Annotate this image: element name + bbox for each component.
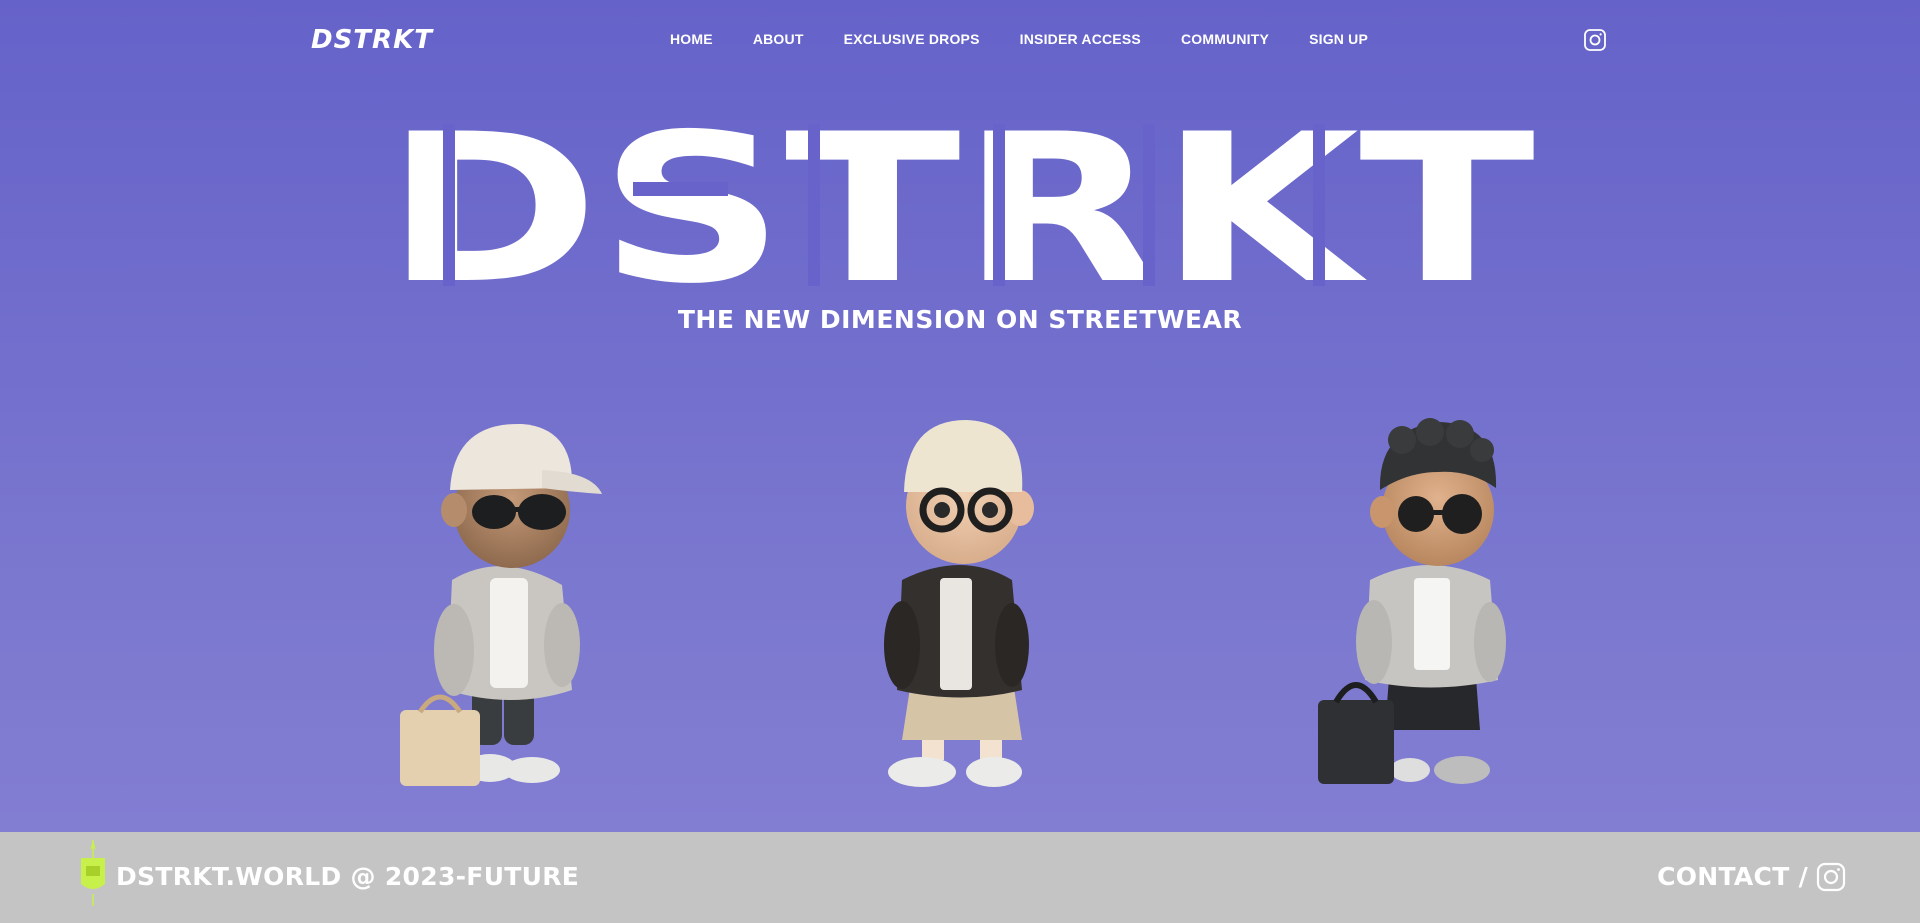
footer-contact-link[interactable]: CONTACT / [1657, 860, 1808, 894]
hero-title: DSTRKT [385, 124, 1535, 286]
figure-curly-hair-bag [1318, 418, 1506, 784]
nav-link-about[interactable]: ABOUT [753, 30, 804, 48]
footer-copyright: DSTRKT.WORLD @ 2023-FUTURE [116, 862, 580, 891]
top-navigation: DSTRKT HOME ABOUT EXCLUSIVE DROPS INSIDE… [0, 0, 1920, 80]
nav-link-community[interactable]: COMMUNITY [1181, 30, 1269, 48]
hero-tagline: THE NEW DIMENSION ON STREETWEAR [677, 305, 1243, 334]
hero-title-wordmark: DSTRKT [385, 124, 1535, 286]
footer: DSTRKT.WORLD @ 2023-FUTURE CONTACT / [0, 832, 1920, 923]
nav-link-exclusive-drops[interactable]: EXCLUSIVE DROPS [844, 30, 980, 48]
figure-cap-glasses-hoodie [884, 420, 1034, 787]
instagram-icon[interactable] [1816, 862, 1846, 892]
figure-cap-sunglasses-tote [400, 423, 602, 786]
nav-links: HOME ABOUT EXCLUSIVE DROPS INSIDER ACCES… [670, 30, 1408, 48]
nav-link-insider-access[interactable]: INSIDER ACCESS [1020, 30, 1141, 48]
instagram-icon[interactable] [1583, 28, 1607, 52]
nav-logo[interactable]: DSTRKT [311, 26, 433, 54]
nav-link-home[interactable]: HOME [670, 30, 713, 48]
nav-link-sign-up[interactable]: SIGN UP [1309, 30, 1368, 48]
badge-icon [81, 840, 105, 906]
